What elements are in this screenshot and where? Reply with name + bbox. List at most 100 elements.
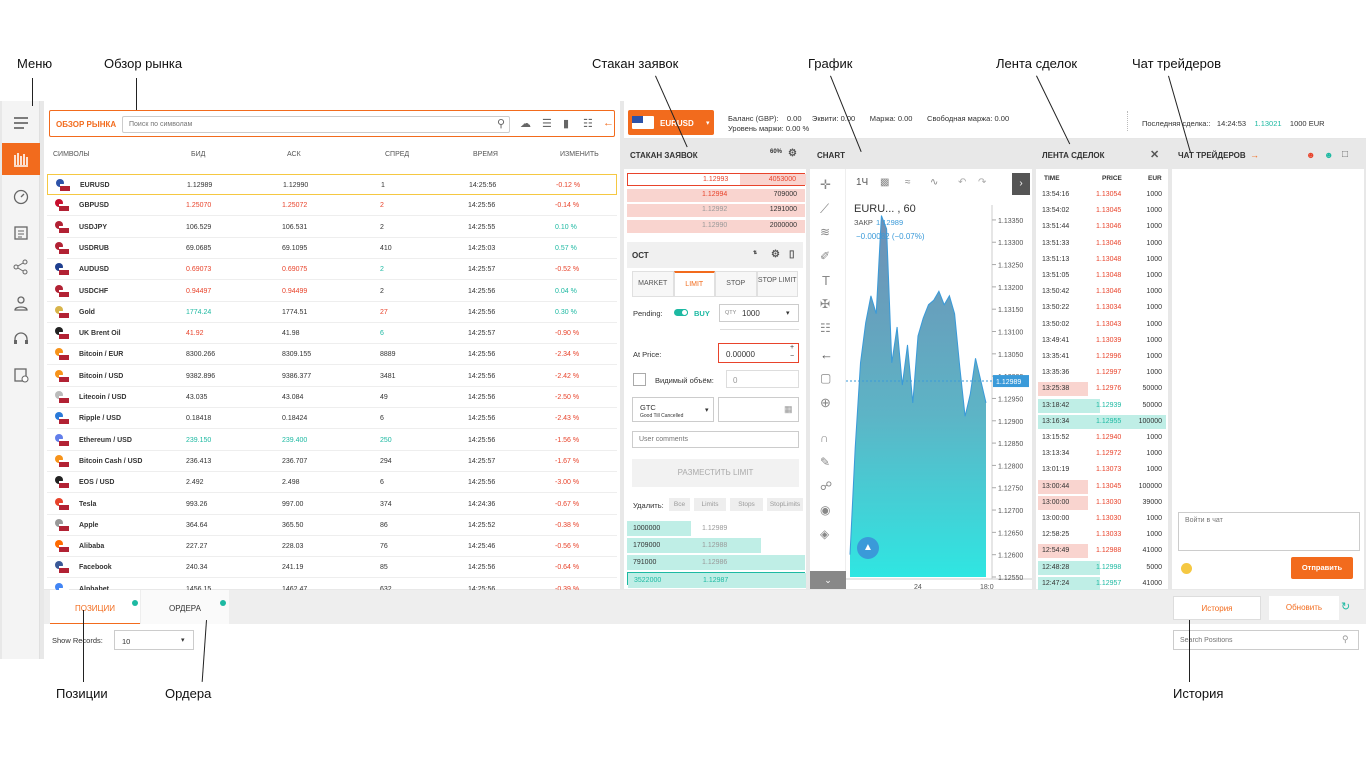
place-limit-button[interactable]: РАЗМЕСТИТЬ LIMIT (632, 459, 799, 487)
market-overview-icon[interactable] (2, 143, 40, 175)
ask-row[interactable]: 1.12994 709000 (627, 188, 805, 202)
chat-input[interactable] (1178, 512, 1360, 551)
user-check-icon[interactable]: ☻ (1324, 150, 1333, 160)
layers-icon[interactable]: ◈ (820, 527, 829, 541)
support-icon[interactable] (2, 323, 40, 355)
tradingview-logo-icon[interactable]: ▲ (857, 537, 879, 559)
column-header[interactable]: ВРЕМЯ (473, 151, 498, 158)
collapse-arrow-icon[interactable]: ← (603, 117, 614, 129)
table-row[interactable]: Gold 1774.24 1774.51 27 14:25:56 0.30 % (47, 302, 617, 323)
expiry-date-input[interactable]: ▦ (718, 397, 799, 422)
fib-icon[interactable]: ≋ (820, 225, 830, 239)
quantity-select[interactable]: QTY 1000 ▾ (719, 304, 799, 322)
tab-positions[interactable]: ПОЗИЦИИ (50, 590, 140, 624)
indicators-icon[interactable]: ≈ (905, 177, 911, 188)
zoom-in-icon[interactable]: ⊕ (820, 395, 831, 411)
brush-icon[interactable]: ✐ (820, 249, 830, 263)
back-arrow-icon[interactable]: ← (820, 347, 833, 362)
qty-slider[interactable] (720, 329, 799, 330)
delete-stops-button[interactable]: Stops (730, 498, 763, 511)
refresh-button[interactable]: Обновить (1269, 596, 1339, 620)
ruler-icon[interactable]: ▢ (820, 371, 831, 385)
table-row[interactable]: Apple 364.64 365.50 86 14:25:52 -0.38 % (47, 515, 617, 536)
table-row[interactable]: Facebook 240.34 241.19 85 14:25:56 -0.64 % (47, 557, 617, 579)
pending-toggle[interactable] (674, 309, 688, 316)
delete-limits-button[interactable]: Limits (694, 498, 726, 511)
price-input[interactable]: 0.00000 + − (718, 343, 799, 363)
history-button[interactable]: История (1173, 596, 1261, 620)
refresh-icon[interactable]: ↻ (1341, 600, 1350, 613)
tab-stop[interactable]: STOP (715, 271, 757, 297)
chat-bubble-icon[interactable]: □ (1342, 149, 1348, 160)
text-icon[interactable]: T (822, 273, 830, 288)
magnet-icon[interactable]: ∩ (820, 431, 829, 445)
table-row[interactable]: GBPUSD 1.25070 1.25072 2 14:25:56 -0.14 % (47, 195, 617, 217)
depth-small-icon[interactable]: ⇅ (753, 250, 757, 256)
table-row[interactable]: Alibaba 227.27 228.03 76 14:25:46 -0.56 % (47, 536, 617, 558)
pencil-lock-icon[interactable]: ✎ (820, 455, 830, 469)
tab-market[interactable]: MARKET (632, 271, 674, 297)
symbol-search-input[interactable] (122, 116, 510, 133)
bid-row[interactable]: 1000000 1.12989 (627, 521, 805, 536)
table-row[interactable]: Ethereum / USD 239.150 239.400 250 14:25:56 -… (47, 430, 617, 451)
chart-type-icon[interactable]: ▩ (880, 177, 889, 188)
table-row[interactable]: AUDUSD 0.69073 0.69075 2 14:25:57 -0.52 % (47, 259, 617, 281)
table-row[interactable]: USDJPY 106.529 106.531 2 14:25:55 0.10 % (47, 217, 617, 238)
line-style-icon[interactable]: ∿ (930, 177, 938, 188)
table-row[interactable]: USDRUB 69.0685 69.1095 410 14:25:03 0.57 % (47, 238, 617, 259)
column-header[interactable]: БИД (191, 151, 205, 158)
arrow-right-icon[interactable]: → (1250, 150, 1259, 160)
timeframe-button[interactable]: 1Ч (856, 177, 868, 188)
buy-label[interactable]: BUY (694, 309, 710, 318)
send-button[interactable]: Отправить (1291, 557, 1353, 579)
table-row[interactable]: Litecoin / USD 43.035 43.084 49 14:25:56 -2.5… (47, 387, 617, 408)
table-row[interactable]: UK Brent Oil 41.92 41.98 6 14:25:57 -0.90 % (47, 323, 617, 345)
redo-icon[interactable]: ↷ (978, 177, 986, 188)
trend-line-icon[interactable]: ⟋ (820, 201, 829, 217)
bid-row[interactable]: 791000 1.12986 (627, 555, 805, 570)
column-header[interactable]: СИМВОЛЫ (53, 151, 90, 158)
undo-icon[interactable]: ↶ (958, 177, 966, 188)
gear-icon[interactable]: ⚙ (771, 249, 780, 260)
table-row[interactable]: Bitcoin / EUR 8300.266 8309.155 8889 14:25:5… (47, 344, 617, 366)
column-view-icon[interactable]: ▮ (563, 117, 569, 130)
records-select[interactable]: 10 ▾ (114, 630, 194, 650)
table-row[interactable]: USDCHF 0.94497 0.94499 2 14:25:56 0.04 % (47, 281, 617, 302)
positions-search-input[interactable] (1173, 630, 1359, 650)
column-header[interactable]: ИЗМЕНИТЬ (560, 151, 599, 158)
menu-icon[interactable] (2, 107, 40, 139)
depth-icon[interactable]: 60% (770, 149, 782, 155)
chart-expand-icon[interactable]: › (1012, 173, 1030, 195)
table-row[interactable]: EOS / USD 2.492 2.498 6 14:25:56 -3.00 % (47, 472, 617, 494)
stepper-plus-icon[interactable]: + (790, 344, 794, 351)
column-header[interactable]: СПРЕД (385, 151, 409, 158)
table-row[interactable]: Bitcoin / USD 9382.896 9386.377 3481 14:25:5… (47, 366, 617, 387)
ask-row[interactable]: 1.12990 2000000 (627, 219, 805, 233)
bid-row[interactable]: 1709000 1.12988 (627, 538, 805, 553)
column-header[interactable]: АСК (287, 151, 301, 158)
bid-row[interactable]: 3522000 1.12987 (627, 572, 806, 588)
share-icon[interactable] (2, 251, 40, 283)
pattern-icon[interactable]: ✠ (820, 297, 830, 311)
list-view-icon[interactable]: ☰ (542, 117, 552, 130)
grid-view-icon[interactable]: ☷ (583, 117, 593, 130)
ask-row[interactable]: 1.12993 4053000 (627, 173, 806, 186)
table-row[interactable]: EURUSD 1.12989 1.12990 1 14:25:56 -0.12 % (47, 174, 617, 195)
tab-orders[interactable]: ОРДЕРА (141, 590, 229, 624)
emoji-icon[interactable] (1181, 563, 1192, 574)
visible-volume-input[interactable]: 0 (726, 370, 799, 388)
comments-input[interactable] (632, 431, 799, 448)
stepper-minus-icon[interactable]: − (790, 353, 794, 360)
visible-volume-checkbox[interactable] (633, 373, 646, 386)
gear-icon[interactable]: ⚙ (788, 148, 797, 159)
crosshair-icon[interactable]: ✛ (820, 177, 831, 193)
eye-icon[interactable]: ◉ (820, 503, 830, 517)
help-calendar-icon[interactable] (2, 359, 40, 391)
projection-icon[interactable]: ☷ (820, 321, 831, 335)
toolbar-collapse-icon[interactable]: ⌄ (810, 571, 846, 589)
dashboard-icon[interactable] (2, 181, 40, 213)
cloud-upload-icon[interactable]: ☁ (520, 117, 531, 130)
close-icon[interactable]: ✕ (1150, 148, 1159, 161)
ask-row[interactable]: 1.12992 1291000 (627, 204, 805, 217)
account-icon[interactable] (2, 287, 40, 319)
